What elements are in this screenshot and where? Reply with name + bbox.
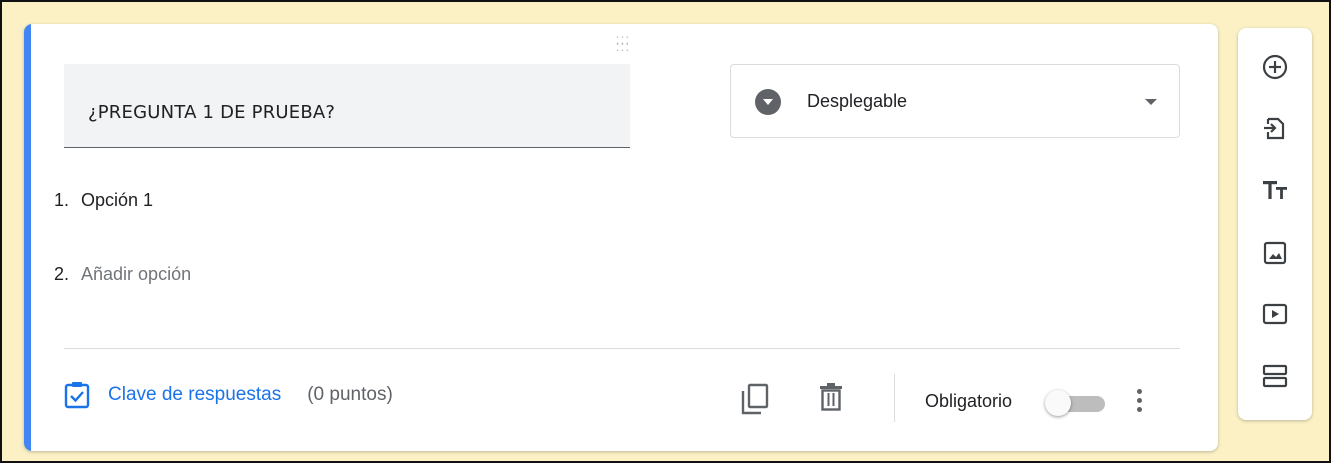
option-number: 2.: [54, 264, 70, 284]
required-toggle[interactable]: [1045, 390, 1109, 416]
footer-separator: [894, 374, 895, 422]
question-type-label: Desplegable: [807, 91, 908, 111]
caret-down-icon: [1145, 99, 1157, 105]
required-label: Obligatorio: [925, 391, 1013, 411]
question-card[interactable]: :::::: ¿PREGUNTA 1 DE PRUEBA? Desplegabl…: [24, 24, 1218, 451]
option-item[interactable]: 1. Opción 1: [54, 190, 153, 211]
import-icon[interactable]: [1261, 114, 1289, 142]
toggle-thumb: [1045, 390, 1071, 416]
more-vert-icon[interactable]: [1136, 386, 1142, 416]
dropdown-circle-icon: [755, 89, 781, 115]
add-option[interactable]: 2. Añadir opción: [54, 264, 191, 285]
checklist-icon: [64, 382, 90, 409]
image-icon[interactable]: [1261, 239, 1289, 267]
points-label: (0 puntos): [307, 384, 393, 405]
question-title-field[interactable]: ¿PREGUNTA 1 DE PRUEBA?: [64, 64, 630, 148]
answer-key-label: Clave de respuestas: [108, 384, 282, 405]
floating-toolbar: [1238, 28, 1312, 420]
section-icon[interactable]: [1261, 362, 1289, 390]
video-icon[interactable]: [1261, 300, 1289, 328]
answer-key-button[interactable]: Clave de respuestas (0 puntos): [64, 380, 393, 410]
active-card-indicator: [24, 24, 31, 451]
option-number: 1.: [54, 190, 70, 210]
add-option-label: Añadir opción: [81, 264, 192, 284]
title-text-icon[interactable]: [1261, 176, 1289, 204]
drag-handle-icon[interactable]: ::::::: [608, 32, 638, 53]
add-circle-icon[interactable]: [1261, 53, 1289, 81]
trash-icon[interactable]: [819, 382, 843, 412]
question-title-text: ¿PREGUNTA 1 DE PRUEBA?: [88, 102, 336, 123]
copy-icon[interactable]: [740, 382, 770, 416]
footer-divider: [64, 348, 1180, 349]
question-type-select[interactable]: Desplegable: [730, 64, 1180, 138]
option-label: Opción 1: [81, 190, 154, 210]
